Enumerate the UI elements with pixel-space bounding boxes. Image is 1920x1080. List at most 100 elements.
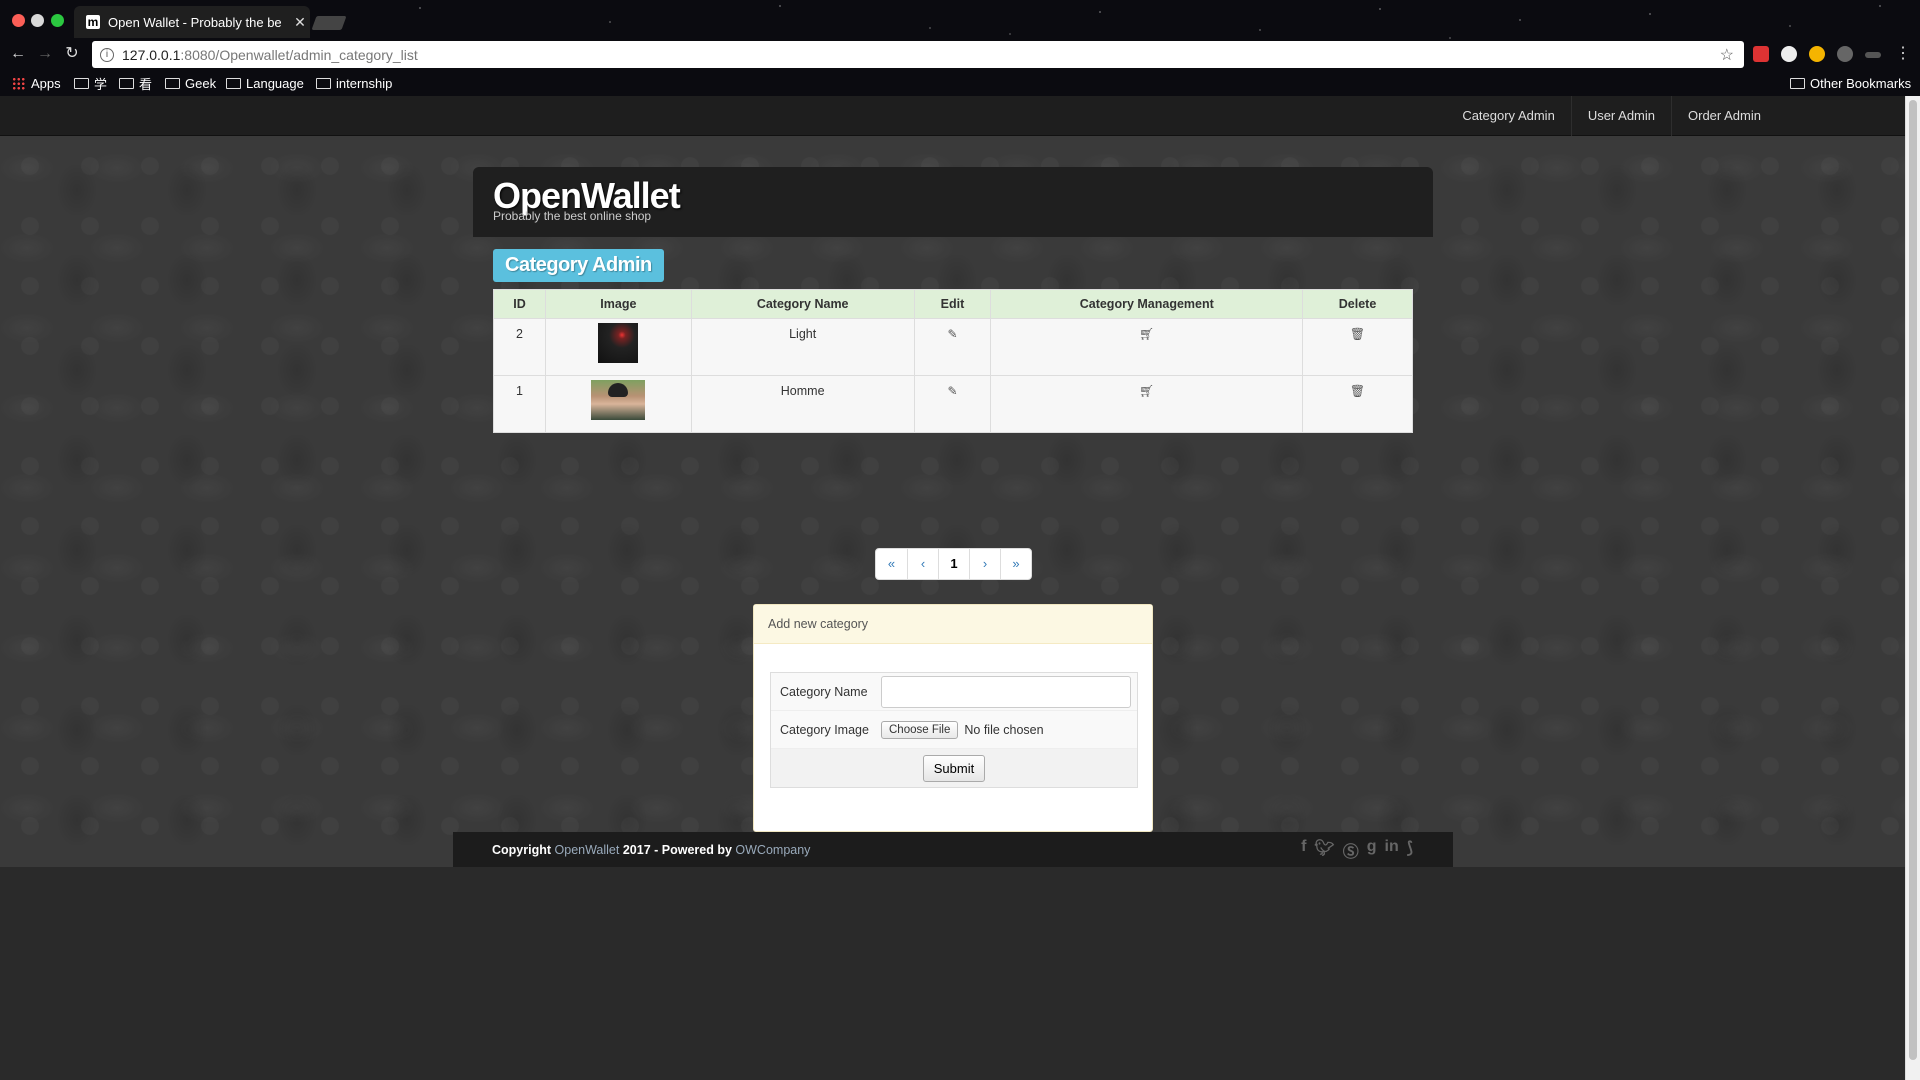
url-path: :8080/Openwallet/admin_category_list bbox=[180, 46, 418, 63]
apps-grid-icon bbox=[12, 76, 25, 90]
folder-icon bbox=[74, 77, 89, 89]
pagination: « ‹ 1 › » bbox=[875, 548, 1032, 580]
cell-edit: ✎ bbox=[913, 375, 992, 433]
copyright-text: Copyright OpenWallet 2017 - Powered by O… bbox=[492, 843, 810, 857]
cell-id: 2 bbox=[493, 318, 546, 376]
bookmark-label: Apps bbox=[31, 75, 61, 91]
bookmark-star-icon[interactable]: ☆ bbox=[1720, 45, 1734, 65]
maximize-window-button[interactable] bbox=[51, 14, 64, 27]
folder-icon bbox=[226, 77, 241, 89]
choose-file-button[interactable]: Choose File bbox=[881, 720, 959, 739]
url-host: 127.0.0.1 bbox=[122, 46, 181, 63]
site-footer: Copyright OpenWallet 2017 - Powered by O… bbox=[453, 832, 1453, 867]
reload-icon[interactable]: ↻ bbox=[62, 44, 82, 64]
extension-icon[interactable] bbox=[1865, 52, 1881, 58]
address-bar[interactable]: i 127.0.0.1 :8080/Openwallet/admin_categ… bbox=[92, 41, 1744, 68]
cell-manage: 🛒︎ bbox=[990, 318, 1304, 376]
site-info-icon[interactable]: i bbox=[100, 47, 114, 62]
file-status-text: No file chosen bbox=[964, 722, 1044, 737]
panel-title: Add new category bbox=[754, 605, 1152, 644]
category-thumbnail[interactable] bbox=[598, 323, 639, 363]
browser-chrome: m Open Wallet - Probably the be ✕ ← → ↻ … bbox=[0, 0, 1920, 96]
twitter-icon[interactable]: 🐦︎ bbox=[1314, 838, 1334, 862]
facebook-icon[interactable]: f bbox=[1301, 838, 1306, 862]
other-bookmarks[interactable]: Other Bookmarks bbox=[1790, 74, 1911, 92]
minimize-window-button[interactable] bbox=[31, 14, 44, 27]
menu-dots-icon[interactable]: ⋮ bbox=[1893, 44, 1913, 64]
footer-company-link[interactable]: OWCompany bbox=[735, 843, 810, 857]
bookmark-label: 看 bbox=[139, 76, 153, 92]
extension-icon[interactable] bbox=[1781, 46, 1797, 62]
google-icon[interactable]: g bbox=[1367, 838, 1377, 862]
edit-icon[interactable]: ✎ bbox=[947, 327, 957, 341]
bookmark-label: Language bbox=[246, 75, 304, 91]
rss-icon[interactable]: ⟆ bbox=[1407, 838, 1413, 862]
page-first-button[interactable]: « bbox=[876, 549, 907, 579]
social-links: f 🐦︎ Ⓢ g in ⟆ bbox=[1301, 838, 1413, 862]
shopping-cart-icon[interactable]: 🛒︎ bbox=[1139, 327, 1154, 341]
category-thumbnail[interactable] bbox=[591, 380, 646, 420]
site-tagline: Probably the best online shop bbox=[493, 209, 652, 223]
cell-id: 1 bbox=[493, 375, 546, 433]
nav-user-admin[interactable]: User Admin bbox=[1570, 96, 1671, 136]
extension-icon[interactable] bbox=[1837, 46, 1853, 62]
column-header: Image bbox=[544, 289, 692, 319]
copyright-prefix: Copyright bbox=[492, 843, 552, 857]
table-header-row: ID Image Category Name Edit Category Man… bbox=[493, 289, 1413, 319]
bookmark-folder[interactable]: internship bbox=[316, 74, 392, 92]
edit-icon[interactable]: ✎ bbox=[947, 384, 957, 398]
page-current-button[interactable]: 1 bbox=[938, 549, 969, 579]
tab-close-icon[interactable]: ✕ bbox=[290, 14, 310, 31]
shopping-cart-icon[interactable]: 🛒︎ bbox=[1139, 384, 1154, 398]
skype-icon[interactable]: Ⓢ bbox=[1343, 838, 1359, 862]
scrollbar-thumb[interactable] bbox=[1909, 100, 1917, 1060]
bookmark-folder[interactable]: 学 bbox=[74, 74, 107, 92]
bookmark-label: Other Bookmarks bbox=[1810, 75, 1912, 91]
page-prev-button[interactable]: ‹ bbox=[907, 549, 938, 579]
extension-icon[interactable] bbox=[1753, 46, 1769, 62]
bookmark-apps[interactable]: Apps bbox=[12, 74, 61, 92]
linkedin-icon[interactable]: in bbox=[1385, 838, 1399, 862]
bookmark-label: 学 bbox=[94, 76, 108, 92]
page-last-button[interactable]: » bbox=[1000, 549, 1031, 579]
column-header: Delete bbox=[1302, 289, 1413, 319]
table-row: 2 Light ✎ 🛒︎ 🗑︎ bbox=[493, 318, 1413, 376]
nav-category-admin[interactable]: Category Admin bbox=[1446, 96, 1571, 136]
folder-icon bbox=[1790, 77, 1805, 89]
category-image-label: Category Image bbox=[780, 722, 869, 737]
nav-order-admin[interactable]: Order Admin bbox=[1671, 96, 1777, 136]
trash-icon[interactable]: 🗑︎ bbox=[1350, 327, 1365, 341]
category-name-input[interactable] bbox=[881, 675, 1131, 708]
top-navbar: Category Admin User Admin Order Admin bbox=[0, 96, 1905, 136]
folder-icon bbox=[165, 77, 180, 89]
forward-arrow-icon[interactable]: → bbox=[35, 44, 55, 64]
tab-title: Open Wallet - Probably the be bbox=[108, 14, 282, 30]
submit-button[interactable]: Submit bbox=[922, 754, 986, 782]
bookmark-folder[interactable]: Language bbox=[226, 74, 304, 92]
browser-tab[interactable]: m Open Wallet - Probably the be ✕ bbox=[74, 6, 310, 38]
column-header: Edit bbox=[913, 289, 992, 319]
new-tab-button[interactable] bbox=[311, 16, 347, 30]
bookmark-folder[interactable]: Geek bbox=[165, 74, 216, 92]
category-table: ID Image Category Name Edit Category Man… bbox=[493, 289, 1413, 433]
table-row: 1 Homme ✎ 🛒︎ 🗑︎ bbox=[493, 375, 1413, 433]
tab-favicon-icon: m bbox=[86, 15, 100, 29]
footer-brand-link[interactable]: OpenWallet bbox=[555, 843, 620, 857]
cell-manage: 🛒︎ bbox=[990, 375, 1304, 433]
page-next-button[interactable]: › bbox=[969, 549, 1000, 579]
close-window-button[interactable] bbox=[12, 14, 25, 27]
cell-edit: ✎ bbox=[913, 318, 992, 376]
page: Category Admin User Admin Order Admin Op… bbox=[0, 96, 1905, 1080]
cell-name: Light bbox=[690, 318, 915, 376]
vertical-scrollbar[interactable] bbox=[1905, 96, 1920, 1080]
extension-icon[interactable] bbox=[1809, 46, 1825, 62]
cell-image bbox=[544, 318, 692, 376]
site-header: OpenWallet Probably the best online shop bbox=[473, 167, 1433, 237]
column-header: Category Management bbox=[990, 289, 1304, 319]
bookmark-label: Geek bbox=[185, 75, 217, 91]
bookmark-folder[interactable]: 看 bbox=[119, 74, 152, 92]
back-arrow-icon[interactable]: ← bbox=[8, 44, 28, 64]
trash-icon[interactable]: 🗑︎ bbox=[1350, 384, 1365, 398]
cell-delete: 🗑︎ bbox=[1302, 318, 1413, 376]
add-category-form: Category Name Category Image Choose File… bbox=[770, 672, 1138, 788]
